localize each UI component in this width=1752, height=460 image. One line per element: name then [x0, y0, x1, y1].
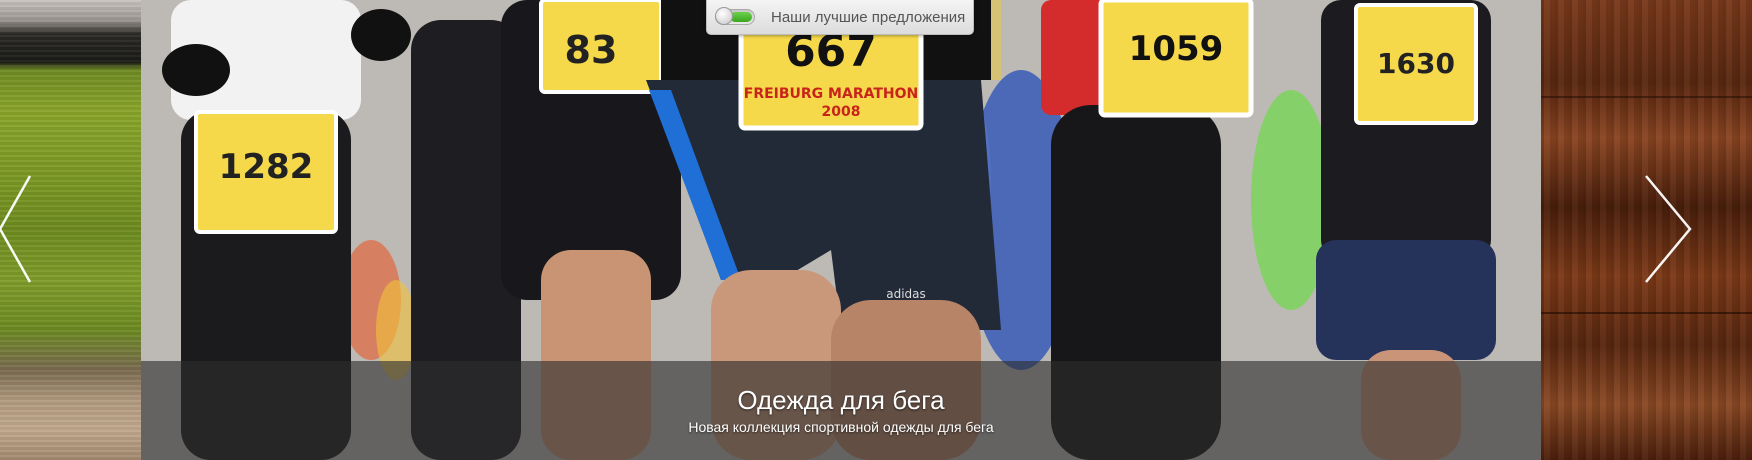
slide-title: Одежда для бега	[737, 385, 945, 415]
svg-text:1282: 1282	[219, 147, 314, 187]
best-offers-tab[interactable]: Наши лучшие предложения	[706, 0, 974, 35]
slide-caption: Одежда для бега Новая коллекция спортивн…	[141, 361, 1541, 460]
svg-text:FREIBURG MARATHON: FREIBURG MARATHON	[744, 86, 918, 102]
svg-text:1630: 1630	[1377, 47, 1455, 80]
previous-slide-button[interactable]	[0, 174, 48, 284]
toggle-on-indicator	[730, 12, 752, 22]
svg-text:1059: 1059	[1129, 29, 1224, 69]
toggle-knob	[715, 7, 733, 25]
svg-text:83: 83	[565, 28, 618, 72]
best-offers-label: Наши лучшие предложения	[771, 8, 966, 26]
svg-text:adidas: adidas	[886, 287, 926, 301]
svg-text:2008: 2008	[822, 104, 861, 120]
chevron-right-icon	[1645, 175, 1692, 283]
offers-toggle[interactable]	[715, 7, 755, 25]
image-slider: 1282 83 667 FREIBURG MARATHON 2008 adida…	[0, 0, 1752, 460]
slide-subtitle: Новая коллекция спортивной одежды для бе…	[688, 419, 994, 435]
chevron-left-icon	[0, 175, 32, 283]
next-slide-button[interactable]	[1644, 174, 1692, 284]
